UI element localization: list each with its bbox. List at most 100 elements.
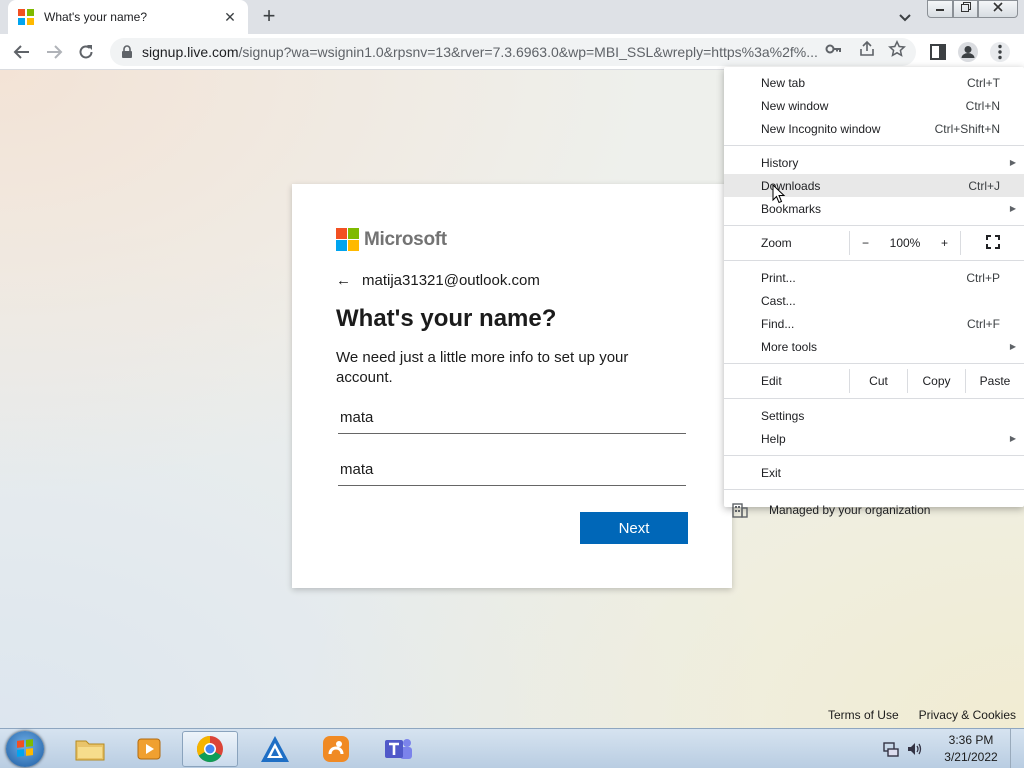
share-icon[interactable] bbox=[858, 40, 876, 58]
taskbar-explorer[interactable] bbox=[62, 731, 118, 767]
menu-item-exit[interactable]: Exit bbox=[724, 461, 1024, 484]
last-name-input[interactable] bbox=[338, 454, 686, 486]
zoom-out-button[interactable]: − bbox=[862, 236, 869, 250]
browser-toolbar: signup.live.com/signup?wa=wsignin1.0&rps… bbox=[0, 34, 1024, 70]
description-text: We need just a little more info to set u… bbox=[336, 349, 629, 386]
restore-icon bbox=[960, 2, 971, 12]
menu-item-shortcut: Ctrl+N bbox=[965, 98, 1000, 113]
menu-item-bookmarks[interactable]: Bookmarks ▶ bbox=[724, 197, 1024, 220]
back-arrow-icon bbox=[13, 45, 29, 59]
menu-item-label: Print... bbox=[761, 270, 796, 285]
side-panel-icon[interactable] bbox=[928, 42, 948, 62]
menu-item-shortcut: Ctrl+T bbox=[967, 75, 1000, 90]
managed-label: Managed by your organization bbox=[769, 503, 931, 517]
chrome-menu-button[interactable] bbox=[990, 42, 1010, 62]
zoom-label: Zoom bbox=[761, 236, 792, 250]
tab-search-chevron-icon[interactable] bbox=[896, 8, 914, 26]
window-close-button[interactable] bbox=[978, 0, 1018, 18]
menu-item-label: Help bbox=[761, 431, 786, 446]
window-minimize-button[interactable] bbox=[927, 0, 953, 18]
menu-item-history[interactable]: History ▶ bbox=[724, 151, 1024, 174]
menu-item-new-window[interactable]: New window Ctrl+N bbox=[724, 94, 1024, 117]
next-button[interactable]: Next bbox=[580, 512, 688, 544]
zoom-in-button[interactable]: + bbox=[941, 236, 948, 250]
browser-tab[interactable]: What's your name? ✕ bbox=[8, 0, 248, 34]
taskbar-media-player[interactable] bbox=[122, 731, 178, 767]
back-arrow-icon[interactable]: ← bbox=[336, 272, 356, 289]
menu-separator bbox=[724, 363, 1024, 364]
windows-logo-icon bbox=[17, 739, 33, 757]
cut-button[interactable]: Cut bbox=[849, 369, 907, 393]
menu-item-more-tools[interactable]: More tools ▶ bbox=[724, 335, 1024, 358]
zoom-controls: − 100% + bbox=[849, 231, 961, 255]
menu-item-downloads[interactable]: Downloads Ctrl+J bbox=[724, 174, 1024, 197]
menu-item-cast[interactable]: Cast... bbox=[724, 289, 1024, 312]
menu-item-label: New Incognito window bbox=[761, 121, 881, 136]
taskbar-chrome[interactable] bbox=[182, 731, 238, 767]
tab-close-icon[interactable]: ✕ bbox=[222, 9, 238, 25]
uc-browser-icon bbox=[323, 736, 349, 762]
url-host: signup.live.com bbox=[142, 44, 239, 60]
menu-item-new-tab[interactable]: New tab Ctrl+T bbox=[724, 71, 1024, 94]
menu-item-settings[interactable]: Settings bbox=[724, 404, 1024, 427]
show-desktop-button[interactable] bbox=[1010, 729, 1024, 768]
menu-item-find[interactable]: Find... Ctrl+F bbox=[724, 312, 1024, 335]
paste-button[interactable]: Paste bbox=[965, 369, 1024, 393]
signup-card: Microsoft ← matija31321@outlook.com What… bbox=[292, 184, 732, 588]
menu-separator bbox=[724, 260, 1024, 261]
clock[interactable]: 3:36 PM 3/21/2022 bbox=[932, 732, 1010, 766]
taskbar-app-a[interactable] bbox=[247, 731, 303, 767]
volume-icon[interactable] bbox=[906, 741, 924, 757]
menu-item-label: More tools bbox=[761, 339, 818, 354]
chrome-icon bbox=[196, 735, 223, 763]
minimize-icon bbox=[936, 9, 944, 11]
network-icon[interactable] bbox=[882, 741, 900, 757]
menu-separator bbox=[724, 225, 1024, 226]
reload-button[interactable] bbox=[74, 40, 98, 64]
menu-item-new-incognito-window[interactable]: New Incognito window Ctrl+Shift+N bbox=[724, 117, 1024, 140]
mouse-cursor-icon bbox=[772, 184, 786, 204]
new-tab-button[interactable]: + bbox=[258, 5, 280, 28]
folder-icon bbox=[75, 740, 105, 761]
menu-item-label: Settings bbox=[761, 408, 805, 423]
menu-separator bbox=[724, 455, 1024, 456]
profile-avatar[interactable] bbox=[958, 42, 978, 62]
menu-item-label: History bbox=[761, 155, 799, 170]
taskbar-uc-browser[interactable] bbox=[308, 731, 364, 767]
menu-item-print[interactable]: Print... Ctrl+P bbox=[724, 266, 1024, 289]
forward-button[interactable] bbox=[42, 40, 66, 64]
menu-item-shortcut: Ctrl+Shift+N bbox=[934, 121, 1000, 136]
bookmark-star-icon[interactable] bbox=[888, 40, 906, 58]
teams-icon bbox=[385, 739, 412, 759]
terms-of-use-link[interactable]: Terms of Use bbox=[828, 708, 899, 722]
address-bar[interactable]: signup.live.com/signup?wa=wsignin1.0&rps… bbox=[110, 38, 916, 66]
first-name-input[interactable] bbox=[338, 402, 686, 434]
a-logo-icon bbox=[261, 736, 289, 762]
chrome-menu: New tab Ctrl+T New window Ctrl+N New Incog… bbox=[724, 67, 1024, 518]
forward-arrow-icon bbox=[47, 45, 63, 59]
zoom-level: 100% bbox=[889, 236, 921, 250]
microsoft-logo: Microsoft bbox=[336, 228, 447, 251]
window-restore-button[interactable] bbox=[953, 0, 978, 18]
menu-separator bbox=[724, 489, 1024, 490]
menu-item-help[interactable]: Help ▶ bbox=[724, 427, 1024, 450]
start-button[interactable] bbox=[6, 731, 44, 767]
footer-links: Terms of Use Privacy & Cookies bbox=[828, 708, 1016, 722]
copy-button[interactable]: Copy bbox=[907, 369, 965, 393]
page-title: What's your name? bbox=[336, 305, 557, 332]
menu-item-label: Cast... bbox=[761, 293, 796, 308]
back-button[interactable] bbox=[10, 40, 34, 64]
key-icon[interactable] bbox=[824, 40, 842, 58]
clock-time: 3:36 PM bbox=[948, 733, 994, 747]
lock-icon[interactable] bbox=[120, 45, 134, 59]
menu-item-label: Exit bbox=[761, 465, 782, 480]
menu-item-managed[interactable]: Managed by your organization bbox=[724, 495, 1024, 525]
menu-item-label: New tab bbox=[761, 75, 806, 90]
privacy-cookies-link[interactable]: Privacy & Cookies bbox=[919, 708, 1016, 722]
submenu-arrow-icon: ▶ bbox=[1009, 204, 1016, 213]
windows-taskbar: 3:36 PM 3/21/2022 bbox=[0, 728, 1024, 768]
menu-edit-row: Edit Cut Copy Paste bbox=[724, 369, 1024, 393]
menu-item-label: Find... bbox=[761, 316, 795, 331]
taskbar-teams[interactable] bbox=[370, 731, 426, 767]
fullscreen-icon[interactable] bbox=[986, 235, 1000, 249]
